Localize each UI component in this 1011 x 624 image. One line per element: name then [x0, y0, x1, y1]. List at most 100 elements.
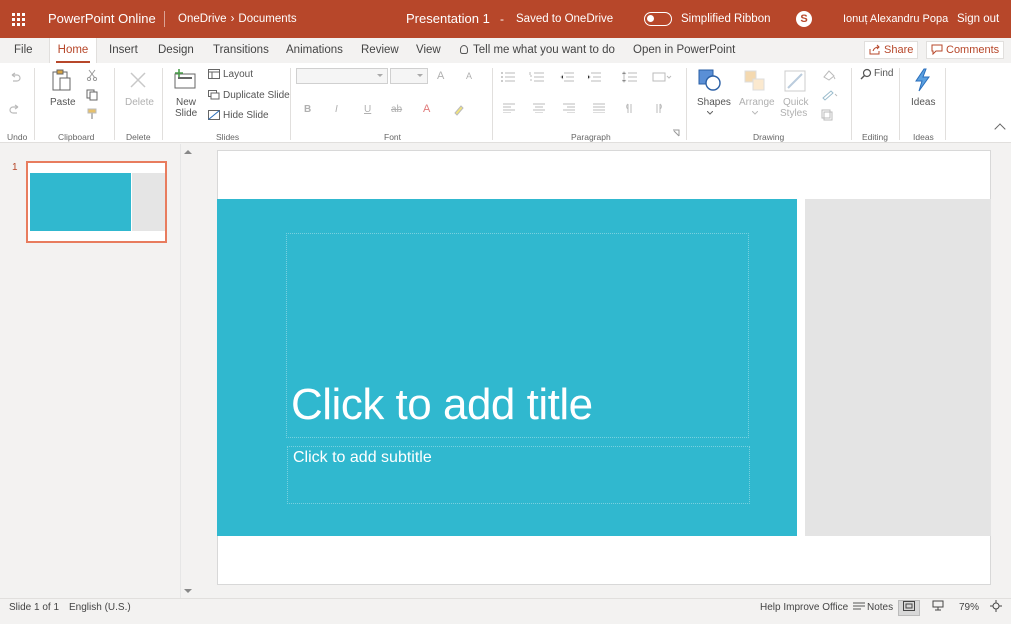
notes-button[interactable]: Notes	[853, 599, 893, 617]
copy-icon[interactable]	[86, 89, 98, 101]
tab-review[interactable]: Review	[361, 38, 399, 63]
ideas-icon[interactable]	[912, 68, 932, 92]
slide-thumbnail[interactable]	[26, 161, 167, 243]
tab-view[interactable]: View	[416, 38, 441, 63]
undo-icon[interactable]	[8, 72, 22, 84]
highlight-icon[interactable]	[452, 104, 466, 116]
thumbnail-grey-block	[132, 173, 165, 231]
shape-outline-icon[interactable]	[821, 89, 839, 101]
group-label-slides: Slides	[216, 132, 240, 142]
tab-home[interactable]: Home	[49, 38, 97, 63]
skype-icon[interactable]: S	[796, 11, 812, 27]
shapes-button[interactable]: Shapes	[697, 97, 731, 108]
status-bar: Slide 1 of 1 English (U.S.) Help Improve…	[0, 598, 1011, 624]
quick-styles-label-line1[interactable]: Quick	[783, 97, 809, 108]
paste-icon[interactable]	[50, 68, 72, 92]
arrange-button[interactable]: Arrange	[739, 97, 775, 108]
fit-to-window-button[interactable]	[990, 599, 1002, 617]
quick-styles-label-line2[interactable]: Styles	[780, 108, 807, 119]
zoom-level[interactable]: 79%	[959, 599, 979, 617]
waffle-icon	[11, 12, 25, 26]
titlebar-divider	[164, 11, 165, 27]
bullets-icon[interactable]	[500, 72, 516, 82]
align-left-icon[interactable]	[503, 103, 515, 113]
justify-icon[interactable]	[593, 103, 605, 113]
simplified-ribbon-toggle[interactable]	[644, 12, 672, 26]
shape-fill-icon[interactable]	[821, 69, 839, 81]
text-direction-icon[interactable]	[652, 71, 672, 83]
chevron-down-icon	[707, 111, 713, 115]
slideshow-button[interactable]	[932, 599, 944, 617]
scroll-up-icon[interactable]	[184, 150, 192, 154]
comments-button[interactable]: Comments	[926, 41, 1004, 59]
underline-icon[interactable]: U	[364, 104, 371, 115]
strikethrough-icon[interactable]: ab	[391, 104, 402, 115]
sign-out-link[interactable]: Sign out	[957, 0, 999, 38]
rtl-icon[interactable]	[654, 103, 664, 113]
italic-icon[interactable]: I	[335, 104, 338, 115]
language-indicator[interactable]: English (U.S.)	[69, 599, 131, 617]
ltr-icon[interactable]	[624, 103, 634, 113]
tab-file[interactable]: File	[14, 38, 33, 63]
breadcrumb-documents[interactable]: Documents	[238, 13, 296, 25]
ribbon-separator	[899, 68, 900, 140]
new-slide-icon[interactable]	[173, 68, 197, 90]
grow-font-icon[interactable]: A	[437, 70, 444, 82]
tab-design[interactable]: Design	[158, 38, 194, 63]
subtitle-placeholder-text[interactable]: Click to add subtitle	[293, 449, 432, 467]
align-center-icon[interactable]	[533, 103, 545, 113]
group-label-editing: Editing	[862, 132, 888, 142]
scroll-down-icon[interactable]	[184, 589, 192, 593]
user-name[interactable]: Ionuț Alexandru Popa	[843, 0, 948, 38]
hide-slide-button[interactable]: Hide Slide	[223, 110, 269, 121]
thumbnail-scrollbar[interactable]	[180, 144, 193, 598]
normal-view-button[interactable]	[898, 600, 920, 616]
breadcrumb-onedrive[interactable]: OneDrive	[178, 13, 227, 25]
quick-styles-icon[interactable]	[783, 69, 807, 93]
align-right-icon[interactable]	[563, 103, 575, 113]
title-dash: -	[500, 12, 504, 26]
ribbon-separator	[290, 68, 291, 140]
bold-icon[interactable]: B	[304, 104, 311, 115]
tab-insert[interactable]: Insert	[109, 38, 138, 63]
simplified-ribbon-label: Simplified Ribbon	[681, 13, 771, 25]
breadcrumb-separator-icon: ›	[230, 13, 235, 25]
font-size-select[interactable]	[390, 68, 428, 84]
find-button[interactable]: Find	[874, 68, 893, 79]
document-title[interactable]: Presentation 1	[406, 0, 490, 38]
share-icon	[869, 44, 880, 55]
ideas-button[interactable]: Ideas	[911, 97, 935, 108]
increase-indent-icon[interactable]	[587, 72, 601, 82]
ribbon-separator	[851, 68, 852, 140]
app-name-link[interactable]: PowerPoint Online	[48, 0, 156, 38]
tell-me-box[interactable]: Tell me what you want to do	[460, 38, 615, 63]
tab-animations[interactable]: Animations	[286, 38, 343, 63]
app-launcher-button[interactable]	[0, 0, 36, 38]
group-label-paragraph: Paragraph	[571, 132, 611, 142]
layout-button[interactable]: Layout	[223, 69, 253, 80]
paste-label: Paste	[50, 97, 76, 108]
paragraph-dialog-launcher-icon[interactable]	[672, 129, 680, 137]
shrink-font-icon[interactable]: A	[466, 71, 472, 81]
help-improve-office-link[interactable]: Help Improve Office	[760, 599, 848, 617]
line-spacing-icon[interactable]	[622, 71, 638, 83]
decrease-indent-icon[interactable]	[560, 72, 574, 82]
cut-icon[interactable]	[86, 69, 98, 81]
font-family-select[interactable]	[296, 68, 388, 84]
delete-slide-icon[interactable]	[128, 70, 148, 90]
open-in-powerpoint-button[interactable]: Open in PowerPoint	[633, 38, 735, 63]
comment-icon	[931, 44, 943, 56]
redo-icon[interactable]	[8, 104, 22, 116]
tab-transitions[interactable]: Transitions	[213, 38, 269, 63]
ribbon-separator	[492, 68, 493, 140]
title-placeholder-text[interactable]: Click to add title	[291, 380, 593, 430]
share-button[interactable]: Share	[864, 41, 918, 59]
format-painter-icon[interactable]	[86, 108, 98, 120]
arrange-icon[interactable]	[743, 69, 767, 93]
numbering-icon[interactable]	[529, 72, 545, 82]
shapes-icon[interactable]	[698, 69, 724, 93]
font-color-icon[interactable]: A	[423, 103, 430, 115]
duplicate-slide-button[interactable]: Duplicate Slide	[223, 90, 290, 101]
shape-effects-icon[interactable]	[821, 109, 833, 121]
thumbnail-blue-block	[30, 173, 131, 231]
